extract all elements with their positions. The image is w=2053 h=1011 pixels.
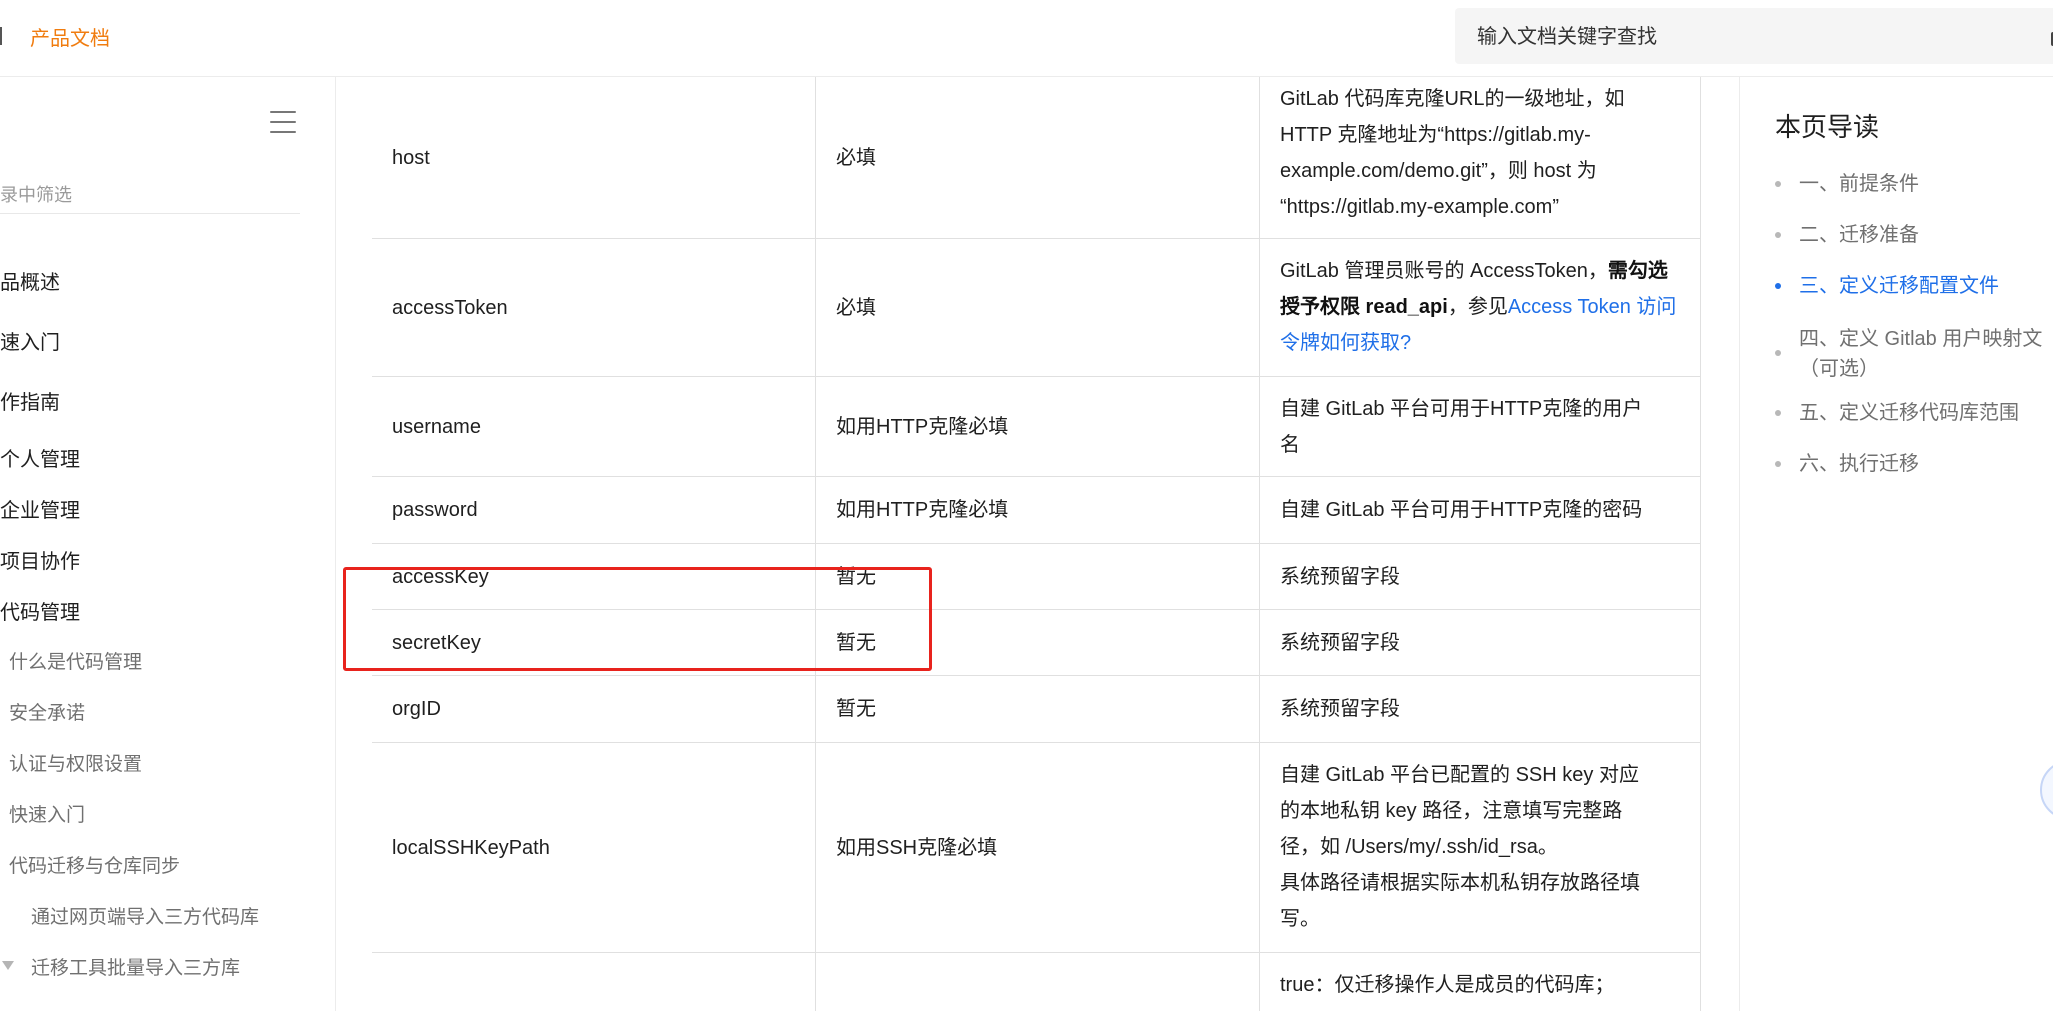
param-desc: GitLab 管理员账号的 AccessToken，需勾选授予权限 read_a… xyxy=(1259,239,1701,376)
param-name: secretKey xyxy=(392,631,481,654)
main-content: host 必填 GitLab 代码库克隆URL的一级地址，如 HTTP 克隆地址… xyxy=(336,77,1738,1011)
header-divider xyxy=(0,27,2,45)
bullet-icon xyxy=(1775,181,1781,187)
param-required: 暂无 xyxy=(815,610,1259,675)
table-row: secretKey 暂无 系统预留字段 xyxy=(372,610,1701,676)
search-box[interactable] xyxy=(1455,8,2053,66)
param-name: localSSHKeyPath xyxy=(392,836,550,859)
desc-line: 的本地私钥 key 路径，注意填写完整路 xyxy=(1280,800,1623,822)
hamburger-menu-icon[interactable] xyxy=(270,111,296,133)
desc-line: HTTP 克隆地址为“https://gitlab.my- xyxy=(1280,124,1591,146)
sidebar-item-web-import[interactable]: 通过网页端导入三方代码库 xyxy=(31,902,259,929)
param-name: accessToken xyxy=(392,296,508,319)
param-required: 如用SSH克隆必填 xyxy=(815,743,1259,952)
toc-title: 本页导读 xyxy=(1775,112,1880,142)
toc-label: 四、定义 Gitlab 用户映射文 xyxy=(1799,328,2043,350)
sidebar-item-quickstart[interactable]: 速入门 xyxy=(0,326,60,355)
sidebar: 录中筛选 品概述 速入门 作指南 个人管理 企业管理 项目协作 代码管理 什么是… xyxy=(0,77,336,1011)
param-name: orgID xyxy=(392,698,441,720)
param-desc: GitLab 代码库克隆URL的一级地址，如 HTTP 克隆地址为“https:… xyxy=(1259,77,1701,238)
param-required: 暂无 xyxy=(815,544,1259,609)
param-desc: 系统预留字段 xyxy=(1259,610,1701,675)
param-required: 如用HTTP克隆必填 xyxy=(815,377,1259,476)
page-toc: 本页导读 一、前提条件 二、迁移准备 三、定义迁移配置文件 四、定义 Gitla… xyxy=(1739,77,2053,1011)
toc-label: 三、定义迁移配置文件 xyxy=(1799,275,1999,297)
param-name: username xyxy=(392,415,481,438)
desc-line: 具体路径请根据实际本机私钥存放路径填 xyxy=(1280,872,1640,894)
param-name: accessKey xyxy=(392,565,489,588)
search-input[interactable] xyxy=(1475,8,2039,66)
bullet-icon xyxy=(1775,283,1781,289)
sidebar-item-code[interactable]: 代码管理 xyxy=(0,596,80,625)
table-row: password 如用HTTP克隆必填 自建 GitLab 平台可用于HTTP克… xyxy=(372,477,1701,544)
param-name: host xyxy=(392,146,430,169)
top-header: 产品文档 xyxy=(0,0,2053,77)
sidebar-item-security[interactable]: 安全承诺 xyxy=(9,698,85,725)
bullet-icon xyxy=(1775,350,1781,356)
toc-label: 一、前提条件 xyxy=(1799,173,1919,195)
param-required xyxy=(815,953,1259,1011)
param-desc: 系统预留字段 xyxy=(1259,544,1701,609)
desc-line: “https://gitlab.my-example.com” xyxy=(1280,196,1559,218)
desc-line: 写。 xyxy=(1280,908,1320,930)
product-docs-link[interactable]: 产品文档 xyxy=(30,22,110,51)
param-required: 如用HTTP克隆必填 xyxy=(815,477,1259,543)
toc-item-user-mapping[interactable]: 四、定义 Gitlab 用户映射文 （可选） xyxy=(1775,324,2053,384)
param-desc: 自建 GitLab 平台可用于HTTP克隆的用户 名 xyxy=(1259,377,1701,476)
sidebar-item-quick[interactable]: 快速入门 xyxy=(9,800,85,827)
bullet-icon xyxy=(1775,232,1781,238)
table-row: orgID 暂无 系统预留字段 xyxy=(372,676,1701,743)
param-desc: 自建 GitLab 平台已配置的 SSH key 对应 的本地私钥 key 路径… xyxy=(1259,743,1701,952)
desc-line: 自建 GitLab 平台已配置的 SSH key 对应 xyxy=(1280,764,1639,786)
table-row: true：仅迁移操作人是成员的代码库； xyxy=(372,953,1701,1011)
table-row: accessToken 必填 GitLab 管理员账号的 AccessToken… xyxy=(372,239,1701,377)
sidebar-item-personal[interactable]: 个人管理 xyxy=(0,443,80,472)
bullet-icon xyxy=(1775,461,1781,467)
toc-label: （可选） xyxy=(1799,358,1879,380)
param-desc: 自建 GitLab 平台可用于HTTP克隆的密码 xyxy=(1259,477,1701,543)
table-row: username 如用HTTP克隆必填 自建 GitLab 平台可用于HTTP克… xyxy=(372,377,1701,477)
table-row: localSSHKeyPath 如用SSH克隆必填 自建 GitLab 平台已配… xyxy=(372,743,1701,953)
param-required: 暂无 xyxy=(815,676,1259,742)
param-name: password xyxy=(392,499,478,521)
table-row: host 必填 GitLab 代码库克隆URL的一级地址，如 HTTP 克隆地址… xyxy=(372,77,1701,239)
desc-line: 自建 GitLab 平台可用于HTTP克隆的用户 xyxy=(1280,398,1643,420)
sidebar-item-auth[interactable]: 认证与权限设置 xyxy=(9,749,142,776)
desc-line: 名 xyxy=(1280,434,1300,456)
sidebar-item-migration[interactable]: 代码迁移与仓库同步 xyxy=(9,851,180,878)
table-row: accessKey 暂无 系统预留字段 xyxy=(372,544,1701,610)
desc-line: example.com/demo.git”，则 host 为 xyxy=(1280,160,1597,182)
sidebar-item-overview[interactable]: 品概述 xyxy=(0,266,60,295)
param-required: 必填 xyxy=(815,239,1259,376)
chevron-down-icon[interactable] xyxy=(2,961,14,970)
toc-label: 六、执行迁移 xyxy=(1799,453,1919,475)
desc-text: GitLab 管理员账号的 AccessToken， xyxy=(1280,260,1608,282)
toc-label: 五、定义迁移代码库范围 xyxy=(1799,402,2019,424)
param-desc: 系统预留字段 xyxy=(1259,676,1701,742)
toc-label: 二、迁移准备 xyxy=(1799,224,1919,246)
bullet-icon xyxy=(1775,410,1781,416)
sidebar-item-enterprise[interactable]: 企业管理 xyxy=(0,494,80,523)
desc-line: GitLab 代码库克隆URL的一级地址，如 xyxy=(1280,88,1625,110)
param-name xyxy=(372,953,815,1011)
sidebar-filter-input[interactable]: 录中筛选 xyxy=(0,177,300,214)
desc-line: 径，如 /Users/my/.ssh/id_rsa。 xyxy=(1280,836,1558,858)
sidebar-item-guide[interactable]: 作指南 xyxy=(0,386,60,415)
sidebar-item-what-is-code[interactable]: 什么是代码管理 xyxy=(9,647,142,674)
sidebar-item-project[interactable]: 项目协作 xyxy=(0,545,80,574)
desc-text: ，参见 xyxy=(1447,296,1508,318)
param-required: 必填 xyxy=(815,77,1259,238)
sidebar-item-batch-import[interactable]: 迁移工具批量导入三方库 xyxy=(31,953,240,980)
param-desc: true：仅迁移操作人是成员的代码库； xyxy=(1259,953,1701,1011)
